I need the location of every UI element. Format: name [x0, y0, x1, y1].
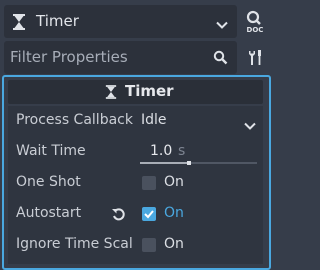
checkbox-text: On	[164, 174, 184, 190]
property-row-wait-time: Wait Time 1.0 s	[8, 137, 263, 168]
hourglass-icon	[12, 14, 26, 30]
property-tools-button[interactable]	[241, 41, 269, 74]
checkmark-icon	[144, 210, 154, 219]
filter-properties-input[interactable]: Filter Properties	[4, 41, 237, 74]
property-row-autostart: Autostart On	[8, 199, 263, 230]
checkbox-text: On	[164, 236, 184, 252]
checkbox-unchecked[interactable]	[142, 176, 156, 190]
one-shot-checkbox[interactable]: On	[134, 168, 263, 199]
svg-text:DOC: DOC	[247, 26, 264, 34]
property-label: One Shot	[16, 174, 81, 190]
open-docs-button[interactable]: DOC	[241, 5, 269, 38]
wrench-screwdriver-icon	[249, 50, 261, 65]
hourglass-icon	[105, 85, 117, 99]
slider-track[interactable]	[140, 161, 257, 165]
spinbox-unit: s	[178, 143, 186, 159]
checkbox-checked[interactable]	[142, 207, 156, 221]
slider-fill	[140, 162, 189, 164]
property-label: Wait Time	[16, 143, 86, 159]
wait-time-spinbox[interactable]: 1.0 s	[134, 137, 263, 168]
search-docs-icon: DOC	[247, 10, 264, 34]
chevron-down-icon	[216, 17, 228, 33]
checkbox-unchecked[interactable]	[142, 238, 156, 252]
section-header-timer[interactable]: Timer	[8, 80, 263, 104]
property-row-ignore-time-scale: Ignore Time Scal On	[8, 230, 263, 261]
ignore-time-scale-checkbox[interactable]: On	[134, 230, 263, 261]
property-list: Process Callback Idle Wait Time 1.0 s On…	[8, 106, 263, 264]
chevron-down-icon	[244, 118, 256, 134]
filter-placeholder: Filter Properties	[10, 48, 128, 66]
spinbox-value: 1.0	[150, 143, 173, 159]
property-row-one-shot: One Shot On	[8, 168, 263, 199]
revert-icon[interactable]	[111, 207, 126, 226]
checkbox-text: On	[164, 205, 184, 221]
property-label: Process Callback	[16, 112, 133, 128]
slider-grabber[interactable]	[187, 161, 191, 165]
section-title: Timer	[125, 82, 174, 100]
node-selector[interactable]: Timer	[4, 5, 237, 38]
process-callback-dropdown[interactable]: Idle	[134, 106, 263, 137]
autostart-checkbox[interactable]: On	[134, 199, 263, 230]
node-name: Timer	[36, 12, 79, 30]
property-row-process-callback: Process Callback Idle	[8, 106, 263, 137]
search-icon	[213, 50, 228, 69]
property-label: Ignore Time Scal	[16, 236, 133, 252]
dropdown-value: Idle	[141, 112, 167, 128]
